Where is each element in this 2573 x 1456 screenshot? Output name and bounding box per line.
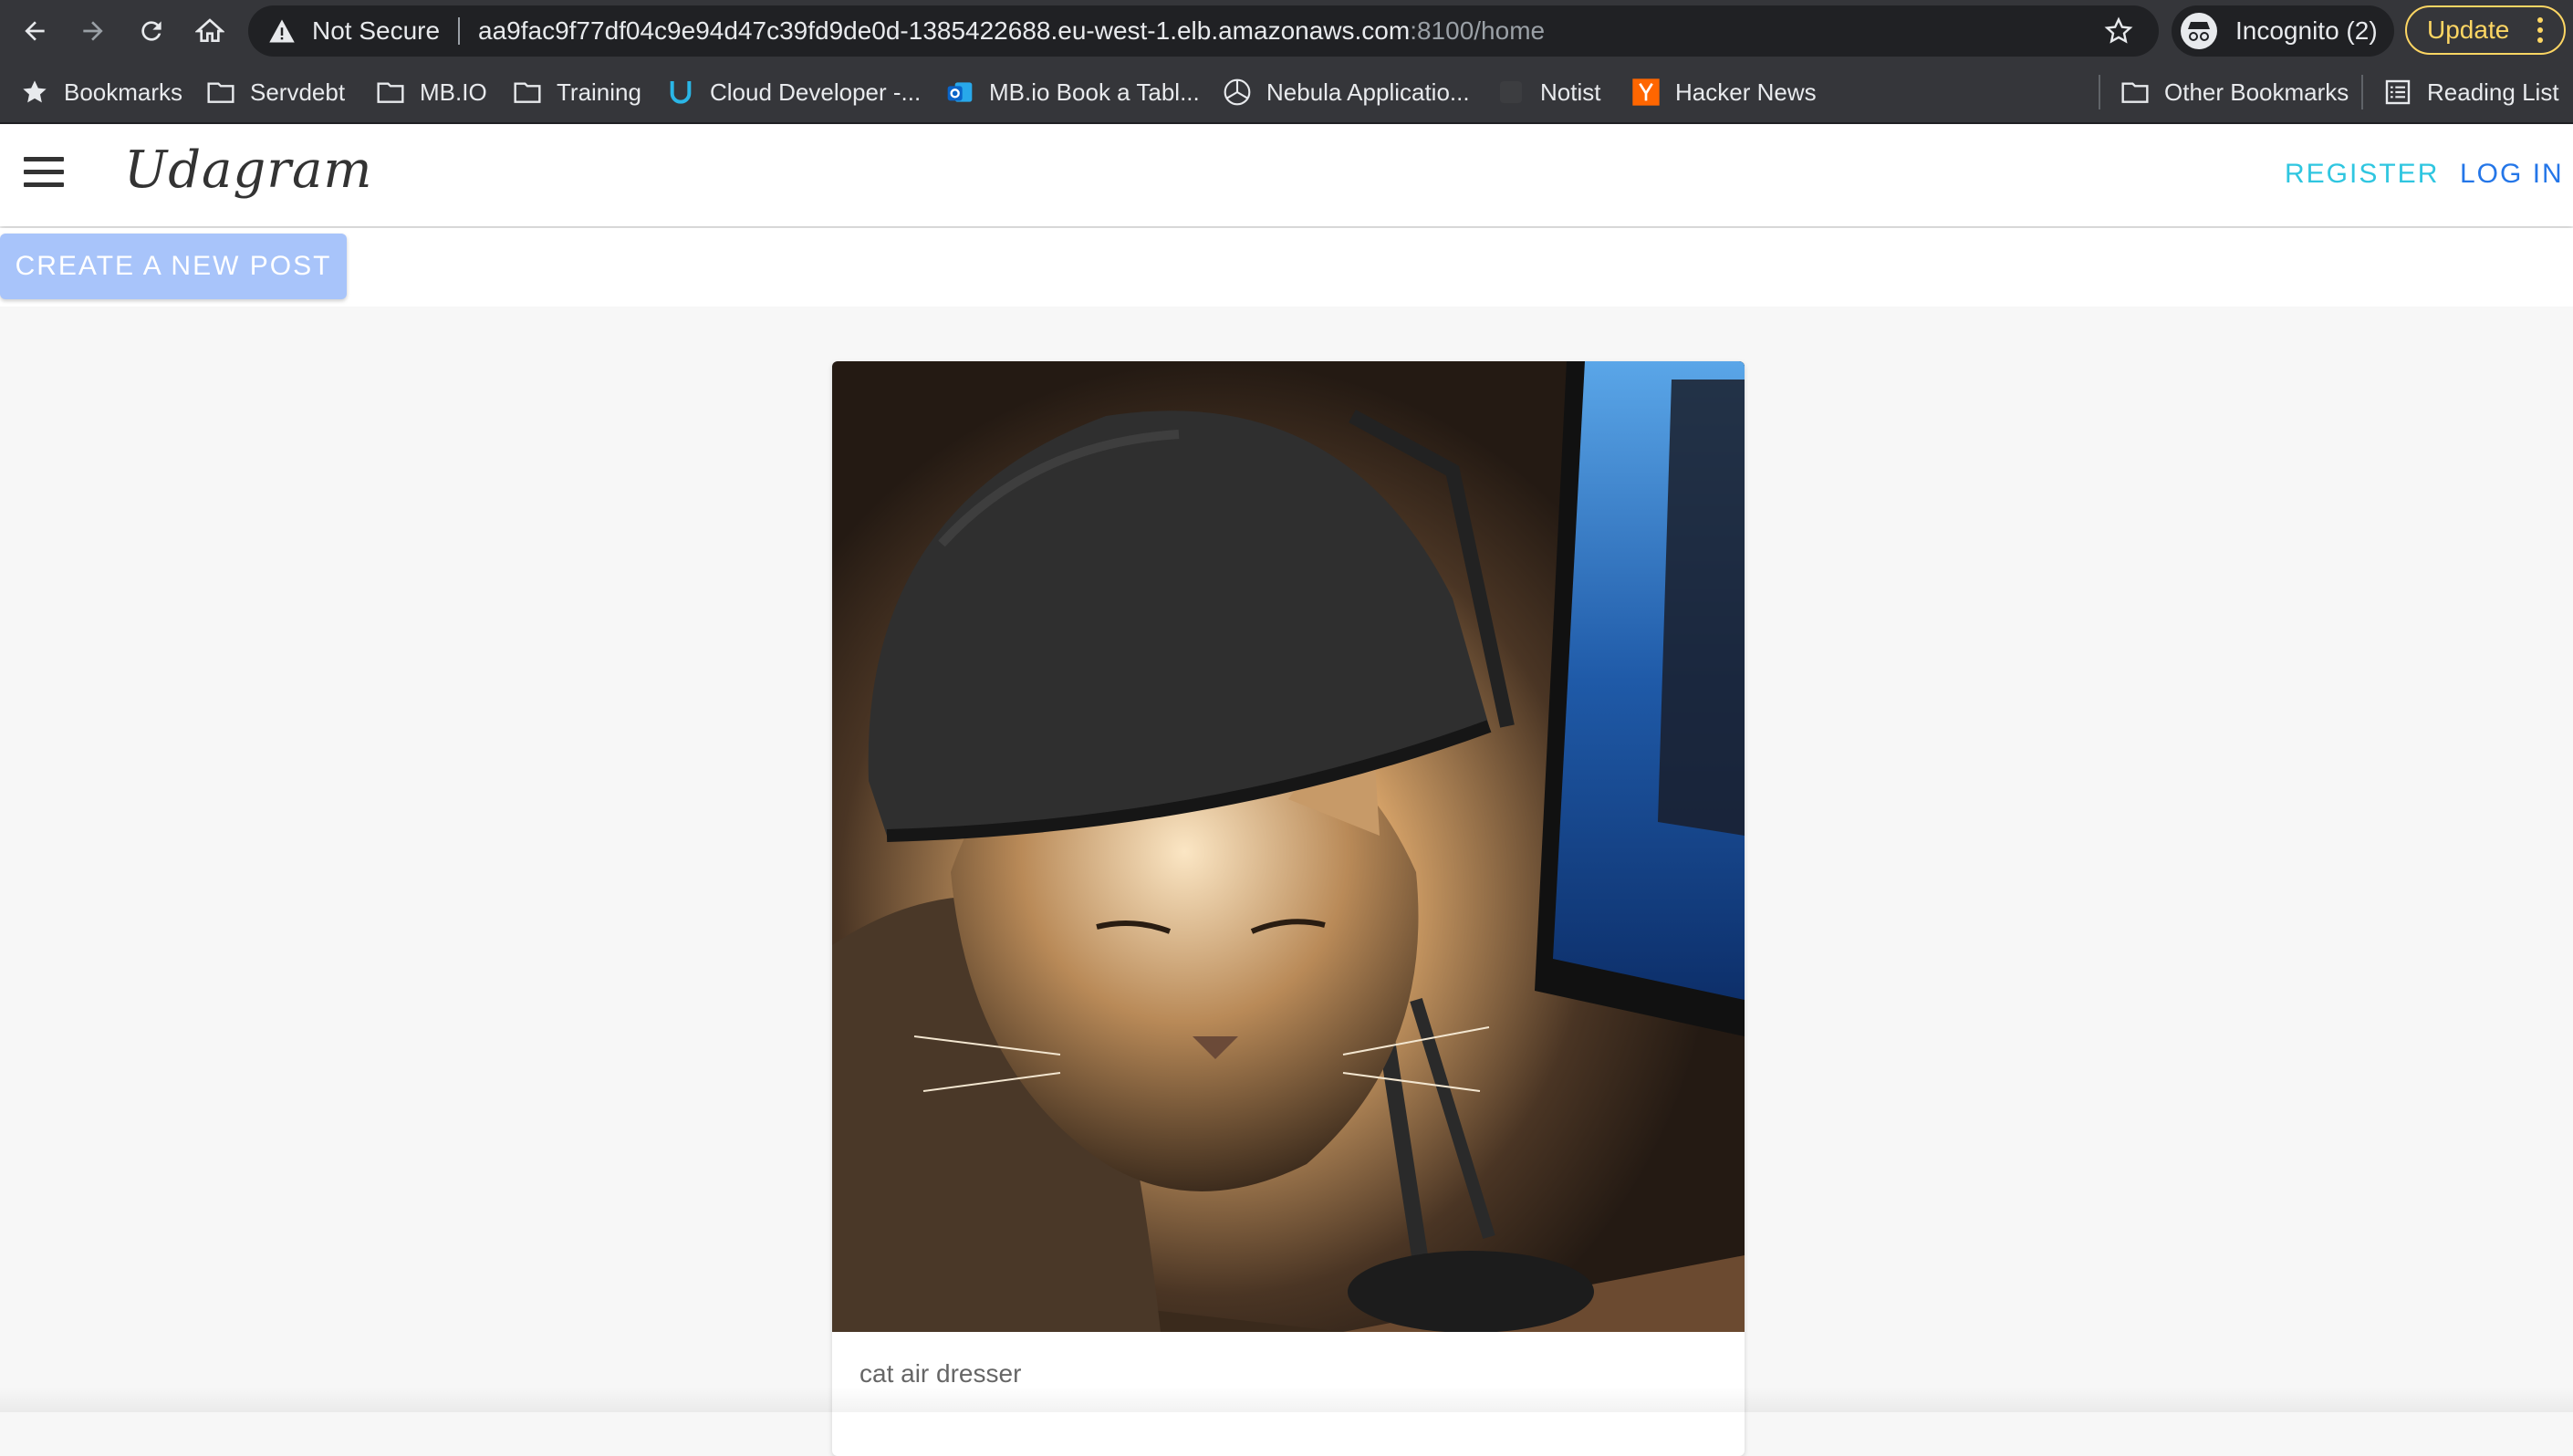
action-bar	[0, 228, 2573, 307]
bookmark-label: Nebula Applicatio...	[1266, 78, 1470, 106]
post-caption: cat air dresser	[859, 1359, 1022, 1388]
url-text[interactable]: aa9fac9f77df04c9e94d47c39fd9de0d-1385422…	[478, 5, 1545, 57]
bookmark-label: Bookmarks	[64, 78, 183, 106]
update-label: Update	[2427, 16, 2510, 44]
bookmark-label: MB.IO	[420, 78, 487, 106]
star-icon	[23, 80, 47, 103]
bookmark-item-other-bookmarks[interactable]: Other Bookmarks	[2120, 62, 2349, 122]
folder-icon	[2121, 82, 2149, 103]
bookmark-item-cloud-developer[interactable]: Cloud Developer -...	[666, 62, 921, 122]
cat-under-lamp-photo	[832, 361, 1745, 1332]
bookmark-label: Notist	[1540, 78, 1601, 106]
reload-button[interactable]	[130, 9, 173, 53]
folder-icon	[207, 82, 234, 103]
security-label[interactable]: Not Secure	[312, 5, 440, 57]
home-button[interactable]	[188, 9, 232, 53]
bookmark-label: Cloud Developer -...	[710, 78, 922, 106]
app-header: Udagram REGISTER LOG IN	[0, 124, 2573, 226]
bookmark-label: Reading List	[2427, 78, 2559, 106]
arrow-right-icon	[83, 21, 103, 41]
notist-icon	[1500, 81, 1522, 103]
address-bar[interactable]: Not Secure aa9fac9f77df04c9e94d47c39fd9d…	[248, 5, 2159, 57]
bookmarks-bar: Bookmarks Servdebt MB.IO Training Cloud …	[0, 62, 2573, 124]
bookmark-item-reading-list[interactable]: Reading List	[2383, 62, 2559, 122]
warning-icon	[269, 19, 295, 43]
bookmarks-divider	[2361, 75, 2363, 109]
bookmark-item-nebula[interactable]: Nebula Applicatio...	[1223, 62, 1470, 122]
bookmark-item-training[interactable]: Training	[513, 62, 641, 122]
omnibox-divider	[458, 17, 460, 45]
reading-list-icon	[2385, 79, 2411, 105]
hacker-news-icon	[1632, 78, 1660, 106]
bookmark-label: Other Bookmarks	[2164, 78, 2349, 106]
bookmark-label: Servdebt	[250, 78, 346, 106]
create-post-button[interactable]: CREATE A NEW POST	[0, 234, 347, 299]
update-button[interactable]: Update	[2405, 5, 2566, 55]
url-host: aa9fac9f77df04c9e94d47c39fd9de0d-1385422…	[478, 16, 1411, 45]
outlook-icon	[947, 82, 973, 102]
folder-icon	[377, 82, 404, 103]
bookmarks-divider	[2099, 75, 2100, 109]
folder-icon	[514, 82, 541, 103]
bookmark-item-mb-io-book[interactable]: MB.io Book a Tabl...	[945, 62, 1200, 122]
bottom-shadow	[0, 1387, 2573, 1412]
bookmark-star-icon[interactable]	[2104, 16, 2133, 46]
bookmark-item-servdebt[interactable]: Servdebt	[206, 62, 345, 122]
login-link[interactable]: LOG IN	[2460, 159, 2564, 190]
reload-icon	[141, 21, 161, 41]
back-button[interactable]	[13, 9, 57, 53]
brand-logo[interactable]: Udagram	[124, 140, 373, 200]
bookmark-item-bookmarks[interactable]: Bookmarks	[20, 62, 182, 122]
incognito-label: Incognito (2)	[2235, 16, 2378, 45]
mercedes-icon	[1224, 78, 1251, 106]
udacity-icon	[670, 81, 692, 104]
home-icon	[195, 18, 224, 42]
incognito-icon	[2181, 13, 2217, 49]
feed-item-card: cat air dresser	[832, 361, 1745, 1456]
menu-icon[interactable]	[24, 157, 64, 193]
more-vert-icon	[2537, 17, 2543, 43]
incognito-indicator[interactable]: Incognito (2)	[2172, 5, 2394, 57]
url-path: :8100/home	[1410, 16, 1546, 45]
bookmark-label: Hacker News	[1675, 78, 1817, 106]
register-link[interactable]: REGISTER	[2285, 159, 2439, 190]
arrow-left-icon	[25, 21, 45, 41]
bookmark-label: MB.io Book a Tabl...	[989, 78, 1200, 106]
bookmark-item-hacker-news[interactable]: Hacker News	[1631, 62, 1817, 122]
browser-toolbar: Not Secure aa9fac9f77df04c9e94d47c39fd9d…	[0, 0, 2573, 62]
bookmark-item-notist[interactable]: Notist	[1496, 62, 1600, 122]
forward-button[interactable]	[71, 9, 115, 53]
bookmark-item-mb-io[interactable]: MB.IO	[376, 62, 487, 122]
bookmark-label: Training	[557, 78, 641, 106]
